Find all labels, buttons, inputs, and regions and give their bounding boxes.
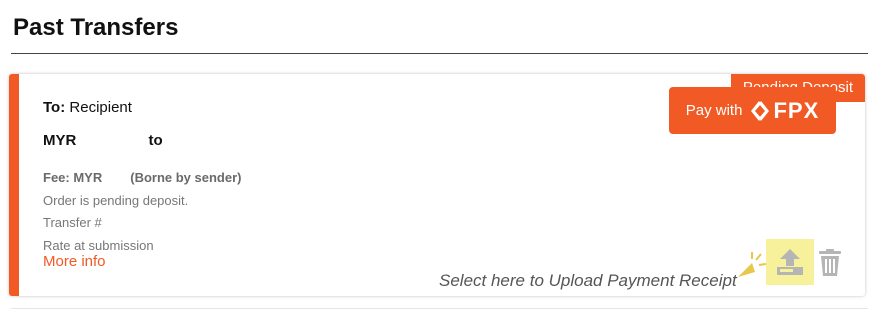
amount-to-word: to — [148, 132, 163, 149]
card-accent-bar — [9, 74, 19, 296]
more-info-link[interactable]: More info — [43, 253, 106, 270]
trash-icon[interactable] — [818, 249, 842, 277]
order-status: Order is pending deposit. — [43, 192, 189, 208]
fpx-brand-text: FPX — [773, 97, 820, 123]
upload-hint: Select here to Upload Payment Receipt — [439, 271, 737, 290]
fee-label: Fee: MYR — [43, 170, 103, 185]
pointer-cursor-icon — [738, 252, 767, 277]
source-currency: MYR — [43, 132, 77, 149]
recipient-name: Recipient — [69, 99, 132, 116]
transfer-number-label: Transfer # — [43, 215, 102, 230]
to-label: To: — [43, 99, 66, 116]
upload-receipt-button[interactable] — [766, 239, 814, 285]
list-bottom-divider — [11, 308, 868, 309]
pay-with-fpx-button[interactable]: Pay with FPX — [669, 87, 836, 134]
fee-line: Fee: MYR (Borne by sender) — [43, 167, 241, 190]
upload-receipt-icon — [777, 249, 803, 275]
fee-note: (Borne by sender) — [130, 170, 242, 185]
title-divider — [11, 53, 868, 54]
pay-label: Pay with — [685, 102, 743, 119]
fpx-logo: FPX — [750, 98, 819, 124]
recipient-line: To: Recipient — [43, 99, 132, 116]
page-title: Past Transfers — [13, 14, 179, 41]
amount-line: MYR to — [43, 132, 163, 149]
transfer-details: Fee: MYR (Borne by sender) Order is pendi… — [43, 167, 241, 257]
fpx-logo-icon — [751, 100, 770, 121]
